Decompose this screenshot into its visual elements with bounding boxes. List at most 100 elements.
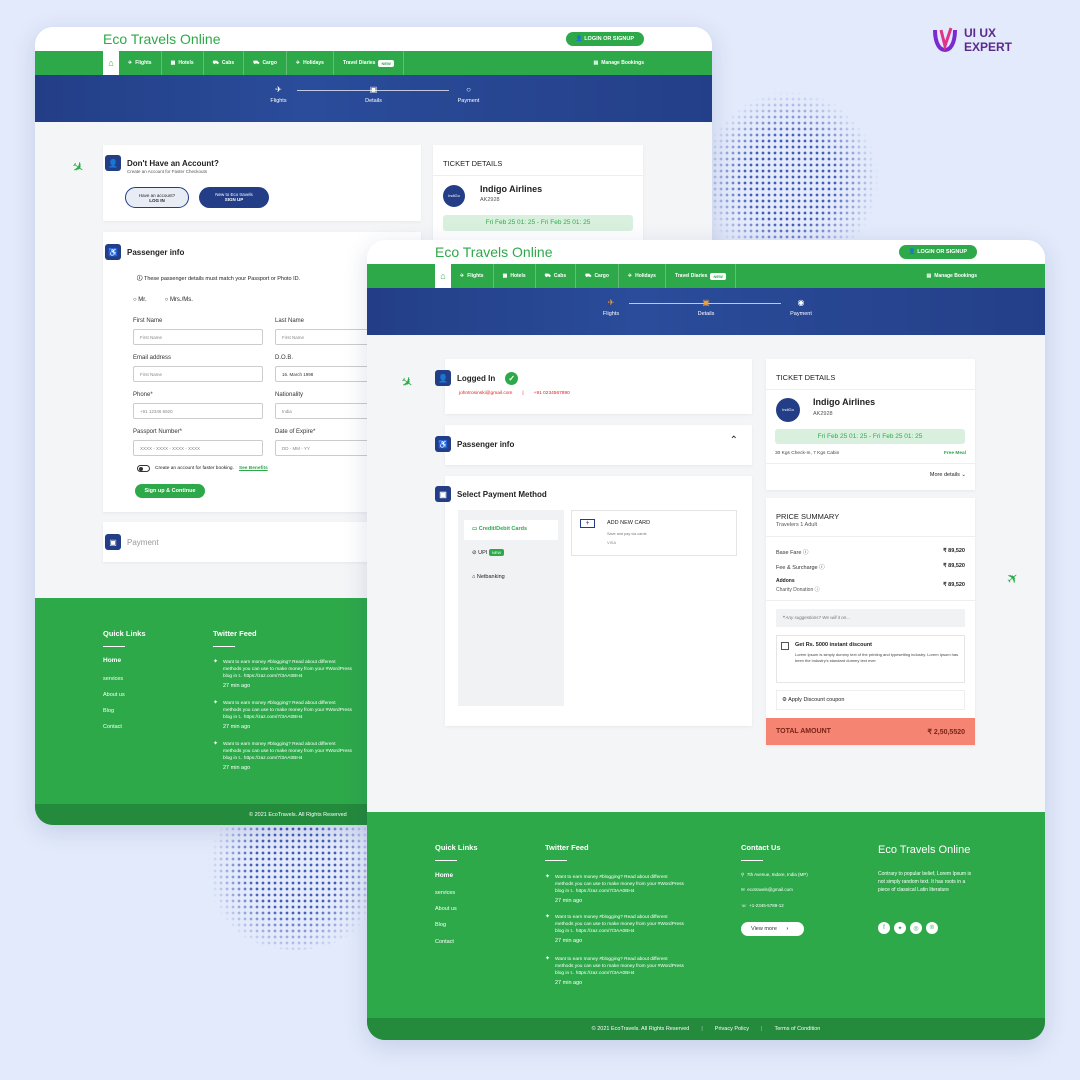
footer-quick-links-title: Quick Links xyxy=(435,843,478,852)
flight-date: Fri Feb 25 01: 25 - Fri Feb 25 01: 25 xyxy=(443,215,633,231)
signup-button[interactable]: New to Eco travels SIGN UP xyxy=(199,187,269,208)
manage-bookings-link[interactable]: ▤ Manage Bookings xyxy=(593,51,644,75)
site-header: Eco Travels Online 👤 LOGIN OR SIGNUP xyxy=(367,240,1045,264)
view-more-button[interactable]: View more › xyxy=(741,922,804,936)
site-logo[interactable]: Eco Travels Online xyxy=(435,244,553,260)
home-icon[interactable]: ⌂ xyxy=(103,51,119,75)
mail-icon: ✉ xyxy=(741,887,745,892)
label-last-name: Last Name xyxy=(275,318,305,324)
tweet[interactable]: ✦ Want to earn money #blogging? Read abou… xyxy=(213,700,353,731)
nav-cabs[interactable]: ⛟ Cabs xyxy=(204,51,245,75)
footer-link-home[interactable]: Home xyxy=(103,657,121,664)
footer-copyright: © 2021 EcoTravels. All Rights Reserved xyxy=(591,1026,690,1032)
title-mr-radio[interactable]: ○ Mr. xyxy=(133,297,147,303)
nav-holidays[interactable]: ✈ Holidays xyxy=(287,51,334,75)
tweet[interactable]: ✦ Want to earn money #blogging? Read abou… xyxy=(213,741,353,772)
contact-phone[interactable]: ☏ +1-2345-5789-12 xyxy=(741,903,784,909)
chevron-up-icon[interactable]: ⌃ xyxy=(730,435,738,446)
suggestion-input[interactable]: ❝ Any suggestions? We will it on... xyxy=(776,609,965,627)
signup-continue-button[interactable]: Sign up & Continue xyxy=(135,484,205,498)
passenger-info-collapsed[interactable]: ♿ Passenger info ⌃ xyxy=(435,425,752,465)
twitter-icon: ✦ xyxy=(213,741,219,747)
baggage-info: 30 Kgs Check-In, 7 Kgs Cabin xyxy=(775,451,840,456)
main-nav: ⌂ ✈ Flights ▦ Hotels ⛟ Cabs ⛟ Cargo ✈ Ho… xyxy=(35,51,712,75)
nav-holidays[interactable]: ✈ Holidays xyxy=(619,264,666,288)
total-label: TOTAL AMOUNT xyxy=(776,728,831,735)
contact-address: ⚲ 7th Avenue, Indore, India (MP) xyxy=(741,872,808,877)
step-details[interactable]: ▣ Details xyxy=(349,85,399,104)
nav-travel-diaries[interactable]: Travel Diaries NEW xyxy=(666,264,736,288)
footer-link-contact[interactable]: Contact xyxy=(435,939,454,945)
more-details-link[interactable]: More details ⌄ xyxy=(930,472,966,478)
step-details[interactable]: ▣ Details xyxy=(681,298,731,317)
step-flights[interactable]: ✈ Flights xyxy=(254,85,304,104)
instagram-icon[interactable]: ◎ xyxy=(910,922,922,934)
footer-link-about[interactable]: About us xyxy=(103,692,125,698)
title-mrs-radio[interactable]: ○ Mrs./Ms. xyxy=(165,297,193,303)
footer-link-about[interactable]: About us xyxy=(435,906,457,912)
footer-link-blog[interactable]: Blog xyxy=(103,708,114,714)
tweet[interactable]: ✦ Want to earn money #blogging? Read abou… xyxy=(213,659,353,690)
nav-cargo[interactable]: ⛟ Cargo xyxy=(576,264,619,288)
footer-link-services[interactable]: services xyxy=(103,676,123,682)
discount-offer[interactable]: Get Rs. 5000 instant discount Lorem Ipsu… xyxy=(776,635,965,683)
flight-code: AK2928 xyxy=(480,197,500,203)
step-payment[interactable]: ○ Payment xyxy=(444,85,494,104)
plane-icon: ✈ xyxy=(1002,568,1023,589)
tweet[interactable]: ✦ Want to earn money #blogging? Read abou… xyxy=(545,956,685,987)
footer-link-contact[interactable]: Contact xyxy=(103,724,122,730)
add-new-card[interactable]: + ADD NEW CARD Save and pay via cards VI… xyxy=(571,510,737,556)
contact-email[interactable]: ✉ ecotravels@gmail.com xyxy=(741,887,793,893)
nav-travel-diaries[interactable]: Travel Diaries NEW xyxy=(334,51,404,75)
step-flights[interactable]: ✈ Flights xyxy=(586,298,636,317)
first-name-input[interactable]: First Name xyxy=(133,329,263,345)
toggle-label: Create an account for faster booking. xyxy=(155,466,234,471)
login-toggle-button[interactable]: Have an account? LOG IN xyxy=(125,187,189,208)
discount-checkbox[interactable] xyxy=(781,642,789,650)
site-logo[interactable]: Eco Travels Online xyxy=(103,31,221,47)
site-header: Eco Travels Online 👤 LOGIN OR SIGNUP xyxy=(35,27,712,51)
pinterest-icon[interactable]: ℗ xyxy=(926,922,938,934)
option-netbanking[interactable]: ⌂ Netbanking xyxy=(472,574,505,580)
footer-logo[interactable]: Eco Travels Online xyxy=(878,844,970,856)
nav-cabs[interactable]: ⛟ Cabs xyxy=(536,264,577,288)
login-button[interactable]: 👤 LOGIN OR SIGNUP xyxy=(565,32,644,46)
twitter-icon[interactable]: ✦ xyxy=(894,922,906,934)
terms-link[interactable]: Terms of Condition xyxy=(774,1026,820,1032)
home-icon[interactable]: ⌂ xyxy=(435,264,451,288)
label-passport: Passport Number* xyxy=(133,429,183,435)
label-email: Email address xyxy=(133,355,172,361)
facebook-icon[interactable]: f xyxy=(878,922,890,934)
base-fare-value: ₹ 89,520 xyxy=(943,548,965,554)
nav-hotels[interactable]: ▦ Hotels xyxy=(494,264,536,288)
footer-link-home[interactable]: Home xyxy=(435,872,453,879)
manage-bookings-link[interactable]: ▤ Manage Bookings xyxy=(926,264,977,288)
nav-flights[interactable]: ✈ Flights xyxy=(451,264,494,288)
logged-in-box: 👤 Logged In ✓ johntrosinski@gmail.com | +91… xyxy=(435,359,752,414)
login-button[interactable]: 👤 LOGIN OR SIGNUP xyxy=(898,245,977,259)
see-benefits-link[interactable]: See Benefits xyxy=(239,466,268,471)
payment-method-box: ▣ Select Payment Method ▭ Credit/Debit Ca… xyxy=(435,476,752,726)
passport-input[interactable]: XXXX - XXXX - XXXX - XXXX xyxy=(133,440,263,456)
footer-link-blog[interactable]: Blog xyxy=(435,922,446,928)
fee-label: Fee & Surcharge ⓘ xyxy=(776,565,825,571)
step-payment[interactable]: ◉ Payment xyxy=(776,298,826,317)
email-input[interactable]: First Name xyxy=(133,366,263,382)
option-credit-debit[interactable]: ▭ Credit/Debit Cards xyxy=(464,520,558,540)
tweet[interactable]: ✦ Want to earn money #blogging? Read abou… xyxy=(545,874,685,905)
tweet[interactable]: ✦ Want to earn money #blogging? Read abou… xyxy=(545,914,685,945)
footer-link-services[interactable]: services xyxy=(435,890,455,896)
nav-flights[interactable]: ✈ Flights xyxy=(119,51,162,75)
flight-code: AK2928 xyxy=(813,411,833,417)
phone-input[interactable]: +91 12346 6920 xyxy=(133,403,263,419)
main-nav: ⌂ ✈ Flights ▦ Hotels ⛟ Cabs ⛟ Cargo ✈ Ho… xyxy=(367,264,1045,288)
account-subtitle: Create an Account for Faster Checkouts xyxy=(127,169,208,174)
account-toggle[interactable] xyxy=(137,465,150,472)
apply-coupon-button[interactable]: ⚙ Apply Discount coupon xyxy=(776,690,965,710)
wallet-icon: ▣ xyxy=(435,486,451,502)
option-upi[interactable]: ⊘ UPI NEW xyxy=(472,549,505,556)
nav-hotels[interactable]: ▦ Hotels xyxy=(162,51,204,75)
uiux-logo-icon xyxy=(932,26,958,54)
nav-cargo[interactable]: ⛟ Cargo xyxy=(244,51,287,75)
privacy-policy-link[interactable]: Privacy Policy xyxy=(715,1026,749,1032)
